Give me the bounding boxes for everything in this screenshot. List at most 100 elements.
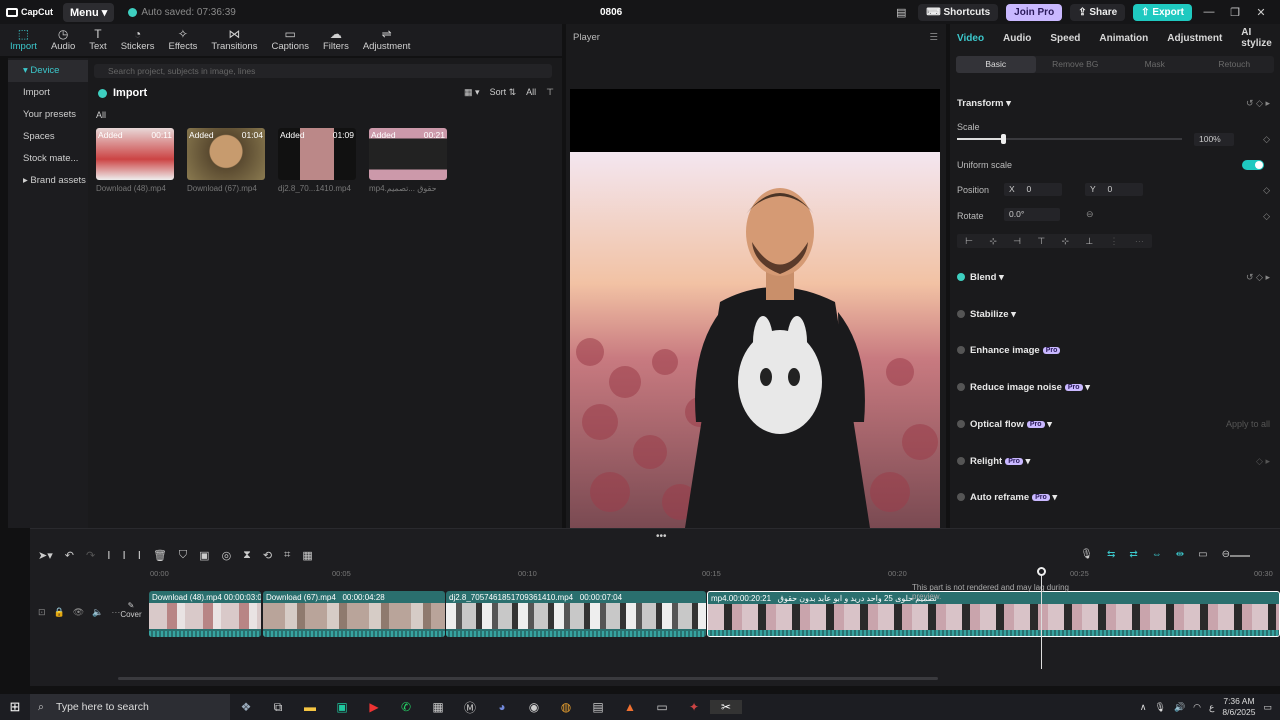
redo-icon[interactable]: ↷: [86, 549, 95, 562]
tab-ai-stylize[interactable]: AI stylize: [1241, 27, 1280, 49]
playhead[interactable]: [1037, 567, 1046, 669]
app-film-icon[interactable]: ▤: [582, 700, 614, 714]
relight-section[interactable]: Relight Pro ▾: [957, 456, 1030, 467]
keyframe-icon[interactable]: ◇: [1263, 185, 1270, 196]
timeline-clip[interactable]: Download (48).mp4 00:00:03:0: [149, 591, 261, 637]
position-x-input[interactable]: X 0: [1004, 183, 1062, 196]
link-icon[interactable]: ⇆: [1107, 549, 1115, 560]
tool-filters[interactable]: ☁ Filters: [323, 24, 349, 56]
nav-stock-material[interactable]: Stock mate...: [8, 148, 88, 170]
filter-icon[interactable]: ⊤: [546, 87, 554, 98]
tool-text[interactable]: T Text: [89, 24, 106, 56]
media-search-input[interactable]: Search project, subjects in image, lines: [94, 64, 552, 78]
app-orange-icon[interactable]: ▲: [614, 700, 646, 714]
steam-icon[interactable]: ◉: [518, 700, 550, 714]
app-green-icon[interactable]: ▣: [326, 700, 358, 714]
minimize-icon[interactable]: —: [1200, 6, 1218, 18]
tool-audio[interactable]: ◷ Audio: [51, 24, 75, 56]
delete-icon[interactable]: 🗑: [153, 549, 167, 562]
join-pro-button[interactable]: Join Pro: [1006, 3, 1063, 21]
nav-spaces[interactable]: Spaces: [8, 126, 88, 148]
tool-stickers[interactable]: ◔ Stickers: [121, 24, 155, 56]
split-view-icon[interactable]: ⇹: [1176, 549, 1184, 560]
mirror-icon[interactable]: ⧗: [243, 549, 251, 562]
taskbar-search-input[interactable]: ⌕ Type here to search: [30, 694, 230, 720]
import-button[interactable]: Import: [98, 87, 147, 99]
align-middle-icon[interactable]: ⊹: [1061, 234, 1069, 248]
align-right-icon[interactable]: ⊣: [1013, 234, 1021, 248]
file-explorer-icon[interactable]: ▬: [294, 700, 326, 714]
snap-icon[interactable]: ⇔: [1152, 549, 1162, 560]
task-view-icon[interactable]: ⧉: [262, 700, 294, 715]
app-red-icon[interactable]: ▶: [358, 700, 390, 714]
track-toggle-icon[interactable]: ⊡: [38, 607, 46, 618]
pro-tool-icon[interactable]: ▦: [302, 549, 312, 562]
magnet-icon[interactable]: ⇄: [1129, 549, 1137, 560]
sort-button[interactable]: Sort ⇅: [490, 87, 517, 98]
layout-icon[interactable]: ▤: [892, 6, 910, 19]
distribute-h-icon[interactable]: ⋮: [1110, 234, 1119, 248]
blend-section[interactable]: Blend ▾: [957, 272, 1004, 283]
subtab-mask[interactable]: Mask: [1115, 56, 1195, 73]
auto-reframe-section[interactable]: Auto reframe Pro ▾: [957, 492, 1057, 503]
nav-brand-assets[interactable]: ▸ Brand assets: [8, 170, 88, 192]
tool-import[interactable]: ⬚ Import: [10, 24, 37, 56]
scale-input[interactable]: 100%: [1194, 133, 1234, 146]
resize-handle-icon[interactable]: •••: [656, 531, 667, 542]
media-item[interactable]: Added 00:21 mp4.حقوق ...تصميم: [369, 128, 447, 193]
timeline-clip[interactable]: Download (67).mp4 00:00:04:28: [263, 591, 445, 637]
volume-icon[interactable]: 🔈: [92, 607, 103, 618]
tab-speed[interactable]: Speed: [1050, 33, 1080, 44]
enhance-image-section[interactable]: Enhance image Pro: [957, 345, 1061, 356]
chrome-icon[interactable]: ◍: [550, 700, 582, 714]
preview-axis-icon[interactable]: ▭: [1198, 549, 1207, 560]
split-left-icon[interactable]: Ⅰ: [122, 549, 125, 562]
chevron-up-icon[interactable]: ∧: [1140, 702, 1147, 713]
mic-icon[interactable]: 🎙: [1080, 549, 1093, 560]
zoom-slider[interactable]: [1230, 555, 1251, 557]
transform-section[interactable]: Transform ▾: [957, 98, 1011, 109]
app-terminal-icon[interactable]: ▭: [646, 700, 678, 714]
tool-effects[interactable]: ✧ Effects: [168, 24, 197, 56]
discord-icon[interactable]: ◕: [486, 700, 518, 714]
network-icon[interactable]: ◠: [1193, 702, 1201, 713]
tab-video[interactable]: Video: [957, 33, 984, 44]
nav-import[interactable]: Import: [8, 82, 88, 104]
nav-your-presets[interactable]: Your presets: [8, 104, 88, 126]
share-button[interactable]: ⇪ Share: [1070, 3, 1126, 21]
zoom-out-icon[interactable]: ⊖: [1222, 549, 1230, 560]
app-mm-icon[interactable]: Ⓜ: [454, 699, 486, 716]
scale-slider[interactable]: [957, 134, 1182, 144]
keyframe-icon[interactable]: ↺ ◇ ▸: [1246, 98, 1270, 109]
volume-tray-icon[interactable]: 🔊: [1174, 702, 1185, 713]
reduce-noise-section[interactable]: Reduce image noise Pro ▾: [957, 382, 1090, 393]
language-icon[interactable]: ع: [1209, 702, 1214, 713]
rotate-input[interactable]: 0.0°: [1004, 208, 1060, 221]
stabilize-section[interactable]: Stabilize ▾: [957, 309, 1016, 320]
media-item[interactable]: Added 00:11 Download (48).mp4: [96, 128, 174, 193]
filter-all-button[interactable]: All: [526, 87, 536, 98]
slider-handle[interactable]: [1001, 134, 1006, 144]
maximize-icon[interactable]: ❐: [1226, 6, 1244, 19]
distribute-v-icon[interactable]: ⋯: [1135, 234, 1144, 248]
cortana-icon[interactable]: ❖: [230, 700, 262, 714]
timeline-clip[interactable]: dj2.8_7057461851709361410.mp4 00:00:07:0…: [446, 591, 706, 637]
tab-adjustment[interactable]: Adjustment: [1167, 33, 1222, 44]
subtab-basic[interactable]: Basic: [956, 56, 1036, 73]
menu-icon[interactable]: ☰: [929, 24, 938, 52]
crop-icon[interactable]: ⌗: [284, 549, 290, 562]
undo-icon[interactable]: ↶: [65, 549, 74, 562]
keyframe-icon[interactable]: ◇: [1263, 211, 1270, 222]
video-preview[interactable]: [570, 152, 940, 528]
windows-start-icon[interactable]: ⊞: [0, 699, 30, 715]
subtab-remove-bg[interactable]: Remove BG: [1036, 56, 1116, 73]
split-right-icon[interactable]: Ⅰ: [138, 549, 141, 562]
align-center-icon[interactable]: ⊹: [989, 234, 997, 248]
export-button[interactable]: ⇧ Export: [1133, 3, 1192, 21]
keyframe-icon[interactable]: ◇ ▸: [1256, 456, 1270, 467]
tool-adjustment[interactable]: ⇌ Adjustment: [363, 24, 411, 56]
reverse-icon[interactable]: ◎: [222, 549, 232, 562]
align-bottom-icon[interactable]: ⊥: [1085, 234, 1093, 248]
nav-device[interactable]: ▾ Device: [8, 60, 88, 82]
time-ruler[interactable]: 00:00 00:05 00:10 00:15 00:20 00:25 00:3…: [150, 569, 1280, 581]
